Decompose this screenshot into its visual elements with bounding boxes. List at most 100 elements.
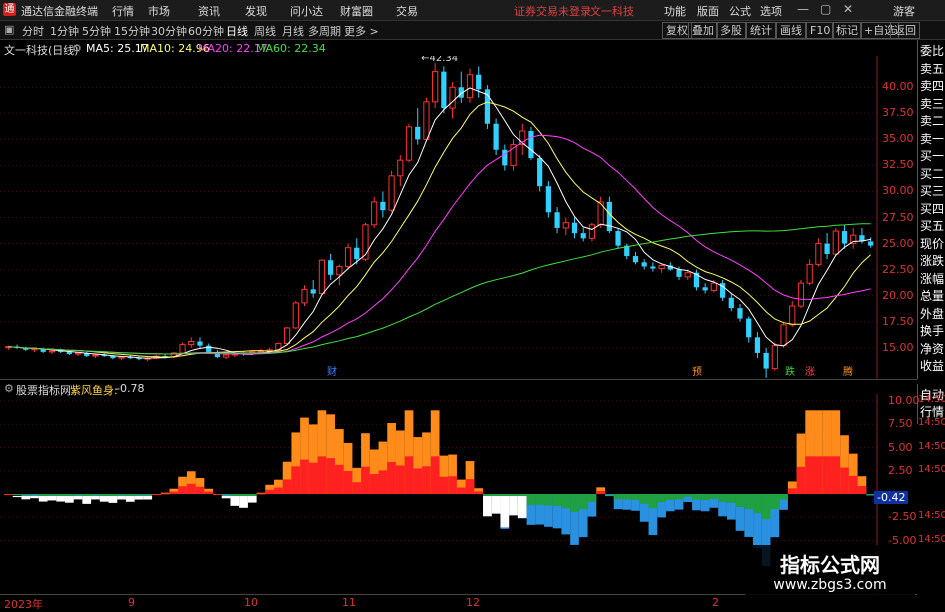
candle-body[interactable]	[405, 126, 413, 161]
candle-body[interactable]	[336, 265, 343, 276]
candle-body[interactable]	[397, 159, 404, 177]
candle-body[interactable]	[301, 288, 308, 304]
candle-body[interactable]	[493, 123, 499, 150]
period-tab-15min[interactable]: 15分钟	[114, 23, 150, 39]
candle-body[interactable]	[710, 282, 717, 291]
candle-body[interactable]	[449, 86, 456, 109]
candlestick-chart[interactable]: ←42.34←12.11财预跌涨腾	[0, 56, 917, 379]
candle-body[interactable]	[780, 324, 787, 347]
period-tab-60min[interactable]: 60分钟	[188, 23, 224, 39]
candle-body[interactable]	[771, 345, 778, 370]
candle-body[interactable]	[388, 175, 395, 211]
candle-body[interactable]	[746, 318, 752, 338]
candle-body[interactable]	[318, 259, 326, 295]
candle-body[interactable]	[676, 269, 682, 277]
candle-body[interactable]	[74, 352, 82, 355]
f10-button[interactable]: F10	[806, 22, 835, 39]
candle-body[interactable]	[562, 222, 569, 229]
candle-body[interactable]	[110, 356, 116, 359]
candle-body[interactable]	[328, 260, 334, 275]
period-tab-1min[interactable]: 1分钟	[50, 23, 79, 39]
candle-body[interactable]	[615, 231, 621, 246]
function-button[interactable]: 功能	[664, 3, 686, 19]
event-marker[interactable]: 预	[692, 366, 702, 378]
candle-body[interactable]	[354, 247, 360, 260]
candle-body[interactable]	[650, 266, 656, 269]
guest-login-button[interactable]: 游客	[893, 3, 915, 19]
candle-body[interactable]	[684, 272, 691, 278]
candle-body[interactable]	[466, 74, 474, 99]
formula-button[interactable]: 公式	[729, 3, 751, 19]
menu-wealth-circle[interactable]: 财富圈	[340, 3, 373, 19]
back-button[interactable]: 返回	[890, 22, 920, 39]
candle-body[interactable]	[380, 201, 386, 211]
draw-line-button[interactable]: 画线	[776, 22, 806, 39]
period-tab-monthly[interactable]: 月线	[282, 23, 304, 39]
minimize-icon[interactable]: —	[797, 2, 809, 16]
mark-button[interactable]: 标记	[832, 22, 862, 39]
candle-body[interactable]	[789, 305, 796, 326]
candle-body[interactable]	[136, 358, 142, 360]
candle-body[interactable]	[423, 101, 430, 140]
candle-body[interactable]	[537, 158, 543, 187]
candle-body[interactable]	[502, 149, 508, 166]
stock-title-link[interactable]: 文一科技	[590, 3, 634, 19]
candle-body[interactable]	[658, 264, 665, 270]
maximize-icon[interactable]: ▢	[820, 2, 831, 16]
period-tab-5min[interactable]: 5分钟	[82, 23, 111, 39]
menu-ask-xiaoda[interactable]: 问小达	[290, 3, 323, 19]
period-tab-30min[interactable]: 30分钟	[151, 23, 187, 39]
multi-stock-button[interactable]: 多股	[716, 22, 746, 39]
overlay-button[interactable]: 叠加	[688, 22, 718, 39]
candle-body[interactable]	[832, 230, 839, 255]
period-tab-multi[interactable]: 多周期	[308, 23, 341, 39]
candle-body[interactable]	[371, 201, 378, 226]
candle-body[interactable]	[641, 262, 647, 267]
candle-body[interactable]	[432, 71, 439, 103]
candle-body[interactable]	[588, 224, 596, 239]
candle-body[interactable]	[188, 340, 195, 346]
event-marker[interactable]: 跌	[785, 365, 795, 378]
candle-body[interactable]	[283, 327, 291, 345]
candle-body[interactable]	[806, 263, 813, 284]
candle-body[interactable]	[415, 126, 421, 140]
period-tab-weekly[interactable]: 周线	[254, 23, 276, 39]
candle-body[interactable]	[92, 354, 99, 357]
collapse-icon[interactable]: ▣	[4, 23, 14, 36]
candle-body[interactable]	[528, 131, 534, 159]
candle-body[interactable]	[754, 337, 761, 353]
candle-body[interactable]	[571, 222, 578, 234]
candle-body[interactable]	[632, 256, 639, 263]
trade-login-status[interactable]: 证券交易未登录	[514, 3, 591, 19]
candle-body[interactable]	[197, 341, 203, 346]
candle-body[interactable]	[179, 344, 186, 354]
event-marker[interactable]: 财	[327, 365, 337, 378]
period-tab-intraday[interactable]: 分时	[22, 23, 44, 39]
candle-body[interactable]	[66, 351, 72, 354]
period-tab-daily[interactable]: 日线	[226, 23, 248, 39]
candle-body[interactable]	[815, 243, 822, 265]
menu-quotes[interactable]: 行情	[112, 3, 134, 19]
event-marker[interactable]: 腾	[843, 365, 853, 378]
candle-body[interactable]	[702, 287, 708, 291]
close-icon[interactable]: ✕	[843, 2, 853, 16]
stats-button[interactable]: 统计	[746, 22, 776, 39]
menu-discover[interactable]: 发现	[245, 3, 267, 19]
candle-body[interactable]	[737, 308, 743, 319]
candle-body[interactable]	[222, 354, 230, 358]
settings-icon[interactable]: ⚙	[72, 42, 82, 55]
candle-body[interactable]	[728, 297, 734, 309]
candle-body[interactable]	[841, 231, 848, 244]
candle-body[interactable]	[545, 186, 551, 213]
candle-body[interactable]	[580, 233, 586, 239]
candle-body[interactable]	[824, 243, 830, 254]
event-marker[interactable]: 涨	[805, 366, 815, 378]
candle-body[interactable]	[868, 241, 874, 246]
period-tab-more[interactable]: 更多 >	[344, 23, 379, 39]
candle-body[interactable]	[292, 302, 299, 329]
candle-body[interactable]	[797, 282, 805, 307]
candle-body[interactable]	[118, 356, 125, 359]
candle-body[interactable]	[441, 71, 447, 109]
candle-body[interactable]	[476, 74, 482, 90]
menu-market[interactable]: 市场	[148, 3, 170, 19]
